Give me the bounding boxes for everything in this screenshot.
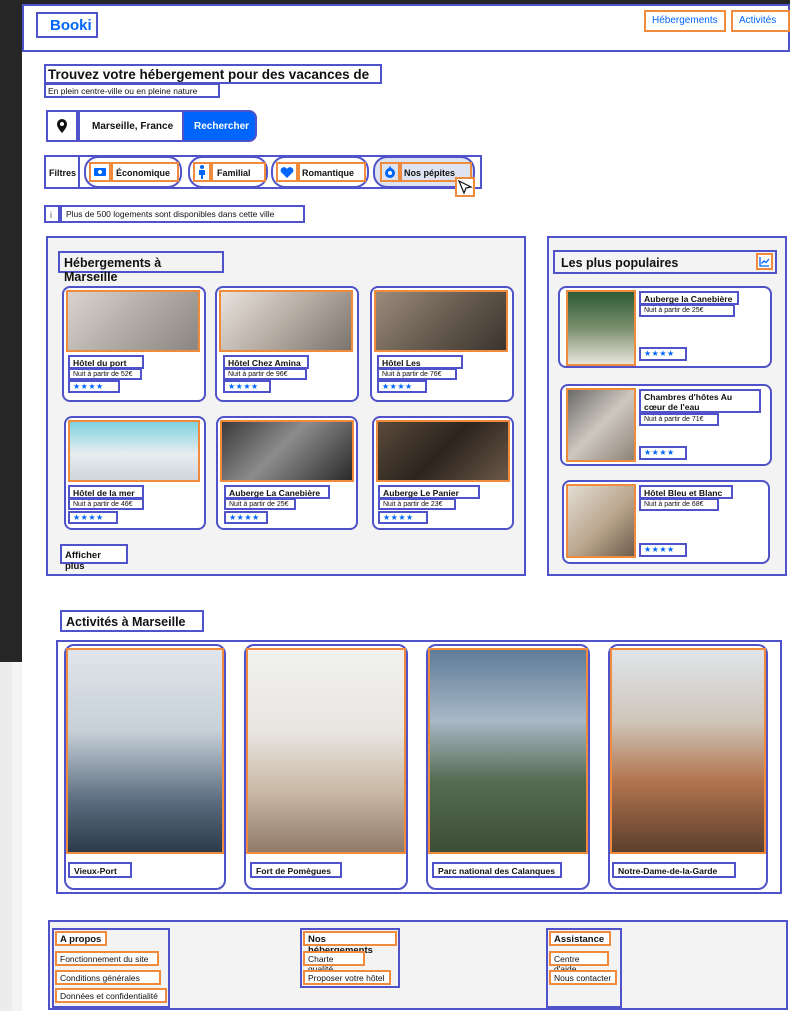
location-pin-icon [57,119,67,133]
popular-rating: ★★★★ [639,347,687,361]
hotel-name: Hôtel de la mer [68,485,144,499]
heart-icon [280,167,294,178]
hotel-rating: ★★★★ [223,380,271,393]
footer-link[interactable]: Charte qualité [303,951,365,974]
footer-heading: Assistance [549,931,611,946]
activity-image [428,648,588,854]
hotel-image [68,420,200,482]
popular-name: Chambres d'hôtes Au cœur de l'eau [639,389,761,413]
hotel-rating: ★★★★ [377,380,427,393]
hotel-image [66,290,200,352]
search-input[interactable]: Marseille, France [78,110,184,142]
footer-heading: A propos [55,931,107,946]
trend-icon-box[interactable] [756,253,773,270]
hotel-name: Hôtel du port [68,355,144,369]
info-icon: i [50,210,52,220]
hotel-price: Nuit à partir de 23€ [378,498,456,510]
activity-image [610,648,766,854]
svg-text:i: i [50,210,52,220]
hotel-name: Auberge La Canebière [224,485,330,499]
popular-rating: ★★★★ [639,543,687,557]
hotel-image [219,290,353,352]
hotel-rating: ★★★★ [68,511,118,524]
popular-image [566,290,636,366]
footer-heading: Nos hébergements [303,931,397,956]
popular-rating: ★★★★ [639,446,687,460]
hotel-image [374,290,508,352]
hotel-rating: ★★★★ [68,380,120,393]
show-more-link[interactable]: Afficher plus [60,544,128,572]
activity-name: Notre-Dame-de-la-Garde [612,862,736,878]
trend-chart-icon [759,257,770,267]
activity-name: Vieux-Port [68,862,132,878]
footer-link[interactable]: Données et confidentialité [55,988,167,1003]
populaires-title: Les plus populaires [553,250,777,274]
family-icon-box [193,162,211,182]
popular-image [566,388,636,462]
money-icon-box [89,162,111,182]
popular-price: Nuit à partir de 25€ [639,304,735,317]
filter-economique-label: Économique [111,162,179,182]
mouse-cursor-icon [457,179,473,195]
footer-link[interactable]: Centre d'aide [549,951,609,974]
dark-backdrop-left [0,0,22,662]
filter-romantique-label: Romantique [298,162,366,182]
popular-image [566,484,636,558]
info-icon-box: i [44,205,60,223]
hero-title: Trouvez votre hébergement pour des vacan… [44,64,382,97]
location-icon-box [46,110,78,142]
hebergements-title: Hébergements à Marseille [58,251,224,284]
hotel-price: Nuit à partir de 25€ [224,498,296,510]
grey-backdrop-strip [12,662,22,1011]
footer-link[interactable]: Fonctionnement du site [55,951,159,966]
activity-name: Parc national des Calanques [432,862,562,878]
hotel-price: Nuit à partir de 96€ [223,368,307,380]
hotel-image [220,420,354,482]
hero-subtitle: En plein centre-ville ou en pleine natur… [44,83,220,98]
footer-link[interactable]: Conditions générales [55,970,161,985]
hotel-name: Hôtel Les mouettes [377,355,463,378]
heart-icon-box [276,162,298,182]
booki-logo[interactable]: Booki [36,12,98,38]
nav-hebergements[interactable]: Hébergements [644,10,726,32]
popular-name: Hôtel Bleu et Blanc [639,485,733,499]
hotel-price: Nuit à partir de 46€ [68,498,144,510]
activity-image [246,648,406,854]
activity-image [66,648,224,854]
grey-backdrop [0,662,12,1011]
cursor-icon-box [455,177,475,197]
hotel-price: Nuit à partir de 52€ [68,368,142,380]
drop-icon-box [380,162,400,182]
hotel-image [376,420,510,482]
filter-familial-label: Familial [211,162,266,182]
popular-price: Nuit à partir de 68€ [639,498,719,511]
activity-name: Fort de Pomègues [250,862,342,878]
hotel-rating: ★★★★ [224,511,268,524]
nav-activites[interactable]: Activités [731,10,790,32]
popular-name: Auberge la Canebière [639,291,739,305]
footer-link[interactable]: Nous contacter [549,970,617,985]
drop-icon [385,166,395,178]
hotel-name: Auberge Le Panier [378,485,480,499]
person-icon [199,165,205,179]
hotel-price: Nuit à partir de 76€ [377,368,457,380]
filters-label: Filtres [44,155,80,189]
popular-price: Nuit à partir de 71€ [639,413,719,426]
money-icon [94,168,106,176]
hotel-rating: ★★★★ [378,511,428,524]
activites-title: Activités à Marseille [60,610,204,632]
search-button[interactable]: Rechercher [182,110,257,142]
info-text: Plus de 500 logements sont disponibles d… [60,205,305,223]
hotel-name: Hôtel Chez Amina [223,355,309,369]
footer-link[interactable]: Proposer votre hôtel [303,970,391,985]
